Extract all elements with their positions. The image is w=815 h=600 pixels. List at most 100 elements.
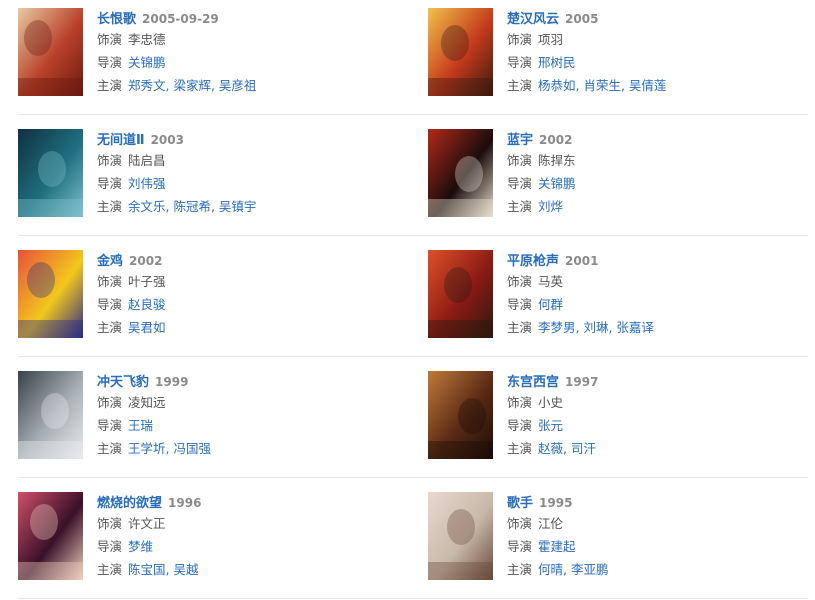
director-link[interactable]: 梦维: [128, 539, 153, 554]
film-info: 楚汉风云 2005 饰演 项羽导演 邢树民 主演 杨恭如, 肖荣生, 吴倩莲: [507, 8, 807, 97]
film-card: 无间道Ⅱ 2003 饰演 陆启昌 导演 刘伟强 主演 余文乐, 陈冠希, 吴镇宇: [18, 129, 408, 229]
role-label: 饰演: [507, 274, 533, 289]
film-title-link[interactable]: 冲天飞豹: [97, 375, 149, 390]
film-title-link[interactable]: 金鸡: [97, 254, 123, 269]
director-link[interactable]: 关锦鹏: [128, 55, 166, 70]
director-label: 导演: [507, 176, 533, 191]
film-title-link[interactable]: 楚汉风云: [507, 12, 559, 27]
role-row: 饰演 陆启昌: [97, 149, 397, 172]
film-year: 1997: [565, 375, 599, 389]
film-title-link[interactable]: 歌手: [507, 496, 533, 511]
film-poster-image[interactable]: [428, 129, 493, 217]
director-label: 导演: [97, 539, 123, 554]
director-row: 导演 关锦鹏: [97, 51, 397, 74]
role-row: 饰演 项羽: [507, 28, 807, 51]
film-info: 无间道Ⅱ 2003 饰演 陆启昌 导演 刘伟强 主演 余文乐, 陈冠希, 吴镇宇: [97, 129, 397, 218]
role-row: 饰演 叶子强: [97, 270, 397, 293]
film-title-link[interactable]: 无间道Ⅱ: [97, 133, 145, 148]
cast-links[interactable]: 王学圻, 冯国强: [128, 441, 211, 456]
film-info: 长恨歌 2005-09-29 饰演 李忠德 导演 关锦鹏 主演 郑秀文, 梁家辉, 吴彦祖: [97, 8, 397, 97]
role-label: 饰演: [97, 32, 123, 47]
cast-links[interactable]: 何晴, 李亚鹏: [538, 562, 608, 577]
director-row: 导演 赵良骏: [97, 293, 397, 316]
film-info: 平原枪声 2001 饰演 马英 导演 何群 主演 李梦男, 刘琳, 张嘉译: [507, 250, 807, 339]
film-poster-image[interactable]: [428, 371, 493, 459]
film-poster-image[interactable]: [428, 250, 493, 338]
cast-label: 主演: [507, 562, 533, 577]
film-title-line: 歌手 1995: [507, 492, 807, 512]
role-name: 李忠德: [128, 32, 166, 47]
cast-links[interactable]: 赵薇, 司汗: [538, 441, 596, 456]
row-divider: [18, 114, 808, 115]
cast-links[interactable]: 刘烨: [538, 199, 563, 214]
film-poster-image[interactable]: [18, 371, 83, 459]
cast-links[interactable]: 杨恭如, 肖荣生, 吴倩莲: [538, 78, 666, 93]
film-title-line: 楚汉风云 2005: [507, 8, 807, 28]
director-row: 导演 王瑞: [97, 414, 397, 437]
film-title-line: 燃烧的欲望 1996: [97, 492, 397, 512]
cast-label: 主演: [507, 78, 533, 93]
film-title-link[interactable]: 燃烧的欲望: [97, 496, 162, 511]
film-year: 2002: [539, 133, 573, 147]
film-year: 2002: [129, 254, 163, 268]
role-label: 饰演: [507, 516, 533, 531]
director-link[interactable]: 邢树民: [538, 55, 576, 70]
film-poster-image[interactable]: [18, 492, 83, 580]
role-name: 马英: [538, 274, 564, 289]
cast-links[interactable]: 郑秀文, 梁家辉, 吴彦祖: [128, 78, 256, 93]
director-link[interactable]: 赵良骏: [128, 297, 166, 312]
director-label: 导演: [507, 539, 533, 554]
film-title-link[interactable]: 平原枪声: [507, 254, 559, 269]
film-title-line: 金鸡 2002: [97, 250, 397, 270]
film-info: 歌手 1995 饰演 江伦 导演 霍建起 主演 何晴, 李亚鹏: [507, 492, 807, 581]
cast-links[interactable]: 余文乐, 陈冠希, 吴镇宇: [128, 199, 256, 214]
film-poster-image[interactable]: [18, 250, 83, 338]
director-label: 导演: [97, 176, 123, 191]
film-card: 东宫西宫 1997 饰演 小史 导演 张元 主演 赵薇, 司汗: [428, 371, 815, 471]
film-poster-image[interactable]: [18, 129, 83, 217]
film-title-link[interactable]: 蓝宇: [507, 133, 533, 148]
role-label: 饰演: [97, 395, 123, 410]
film-title-line: 东宫西宫 1997: [507, 371, 807, 391]
role-name: 许文正: [128, 516, 166, 531]
film-title-line: 冲天飞豹 1999: [97, 371, 397, 391]
film-info: 蓝宇 2002 饰演 陈捍东 导演 关锦鹏 主演 刘烨: [507, 129, 807, 218]
cast-links[interactable]: 李梦男, 刘琳, 张嘉译: [538, 320, 654, 335]
director-row: 导演 刘伟强: [97, 172, 397, 195]
director-row: 导演 关锦鹏: [507, 172, 807, 195]
role-label: 饰演: [507, 32, 533, 47]
film-title-line: 蓝宇 2002: [507, 129, 807, 149]
director-link[interactable]: 霍建起: [538, 539, 576, 554]
cast-label: 主演: [97, 199, 123, 214]
role-row: 饰演 凌知远: [97, 391, 397, 414]
cast-links[interactable]: 陈宝国, 吴越: [128, 562, 198, 577]
role-name: 小史: [538, 395, 564, 410]
film-info: 燃烧的欲望 1996 饰演 许文正 导演 梦维 主演 陈宝国, 吴越: [97, 492, 397, 581]
director-label: 导演: [507, 55, 533, 70]
role-name: 陈捍东: [538, 153, 576, 168]
role-row: 饰演 马英: [507, 270, 807, 293]
row-divider: [18, 598, 808, 599]
film-poster-image[interactable]: [18, 8, 83, 96]
director-link[interactable]: 关锦鹏: [538, 176, 576, 191]
row-divider: [18, 235, 808, 236]
film-title-link[interactable]: 长恨歌: [97, 12, 136, 27]
film-poster-image[interactable]: [428, 492, 493, 580]
director-link[interactable]: 何群: [538, 297, 563, 312]
film-info: 金鸡 2002 饰演 叶子强 导演 赵良骏 主演 吴君如: [97, 250, 397, 339]
cast-row: 主演 郑秀文, 梁家辉, 吴彦祖: [97, 74, 397, 97]
film-card: 金鸡 2002 饰演 叶子强 导演 赵良骏 主演 吴君如: [18, 250, 408, 350]
cast-label: 主演: [507, 199, 533, 214]
role-name: 叶子强: [128, 274, 166, 289]
cast-row: 主演 李梦男, 刘琳, 张嘉译: [507, 316, 807, 339]
cast-links[interactable]: 吴君如: [128, 320, 166, 335]
role-row: 饰演 许文正: [97, 512, 397, 535]
director-row: 导演 梦维: [97, 535, 397, 558]
director-link[interactable]: 张元: [538, 418, 563, 433]
director-link[interactable]: 王瑞: [128, 418, 153, 433]
film-title-link[interactable]: 东宫西宫: [507, 375, 559, 390]
film-poster-image[interactable]: [428, 8, 493, 96]
role-label: 饰演: [97, 274, 123, 289]
row-divider: [18, 477, 808, 478]
director-link[interactable]: 刘伟强: [128, 176, 166, 191]
